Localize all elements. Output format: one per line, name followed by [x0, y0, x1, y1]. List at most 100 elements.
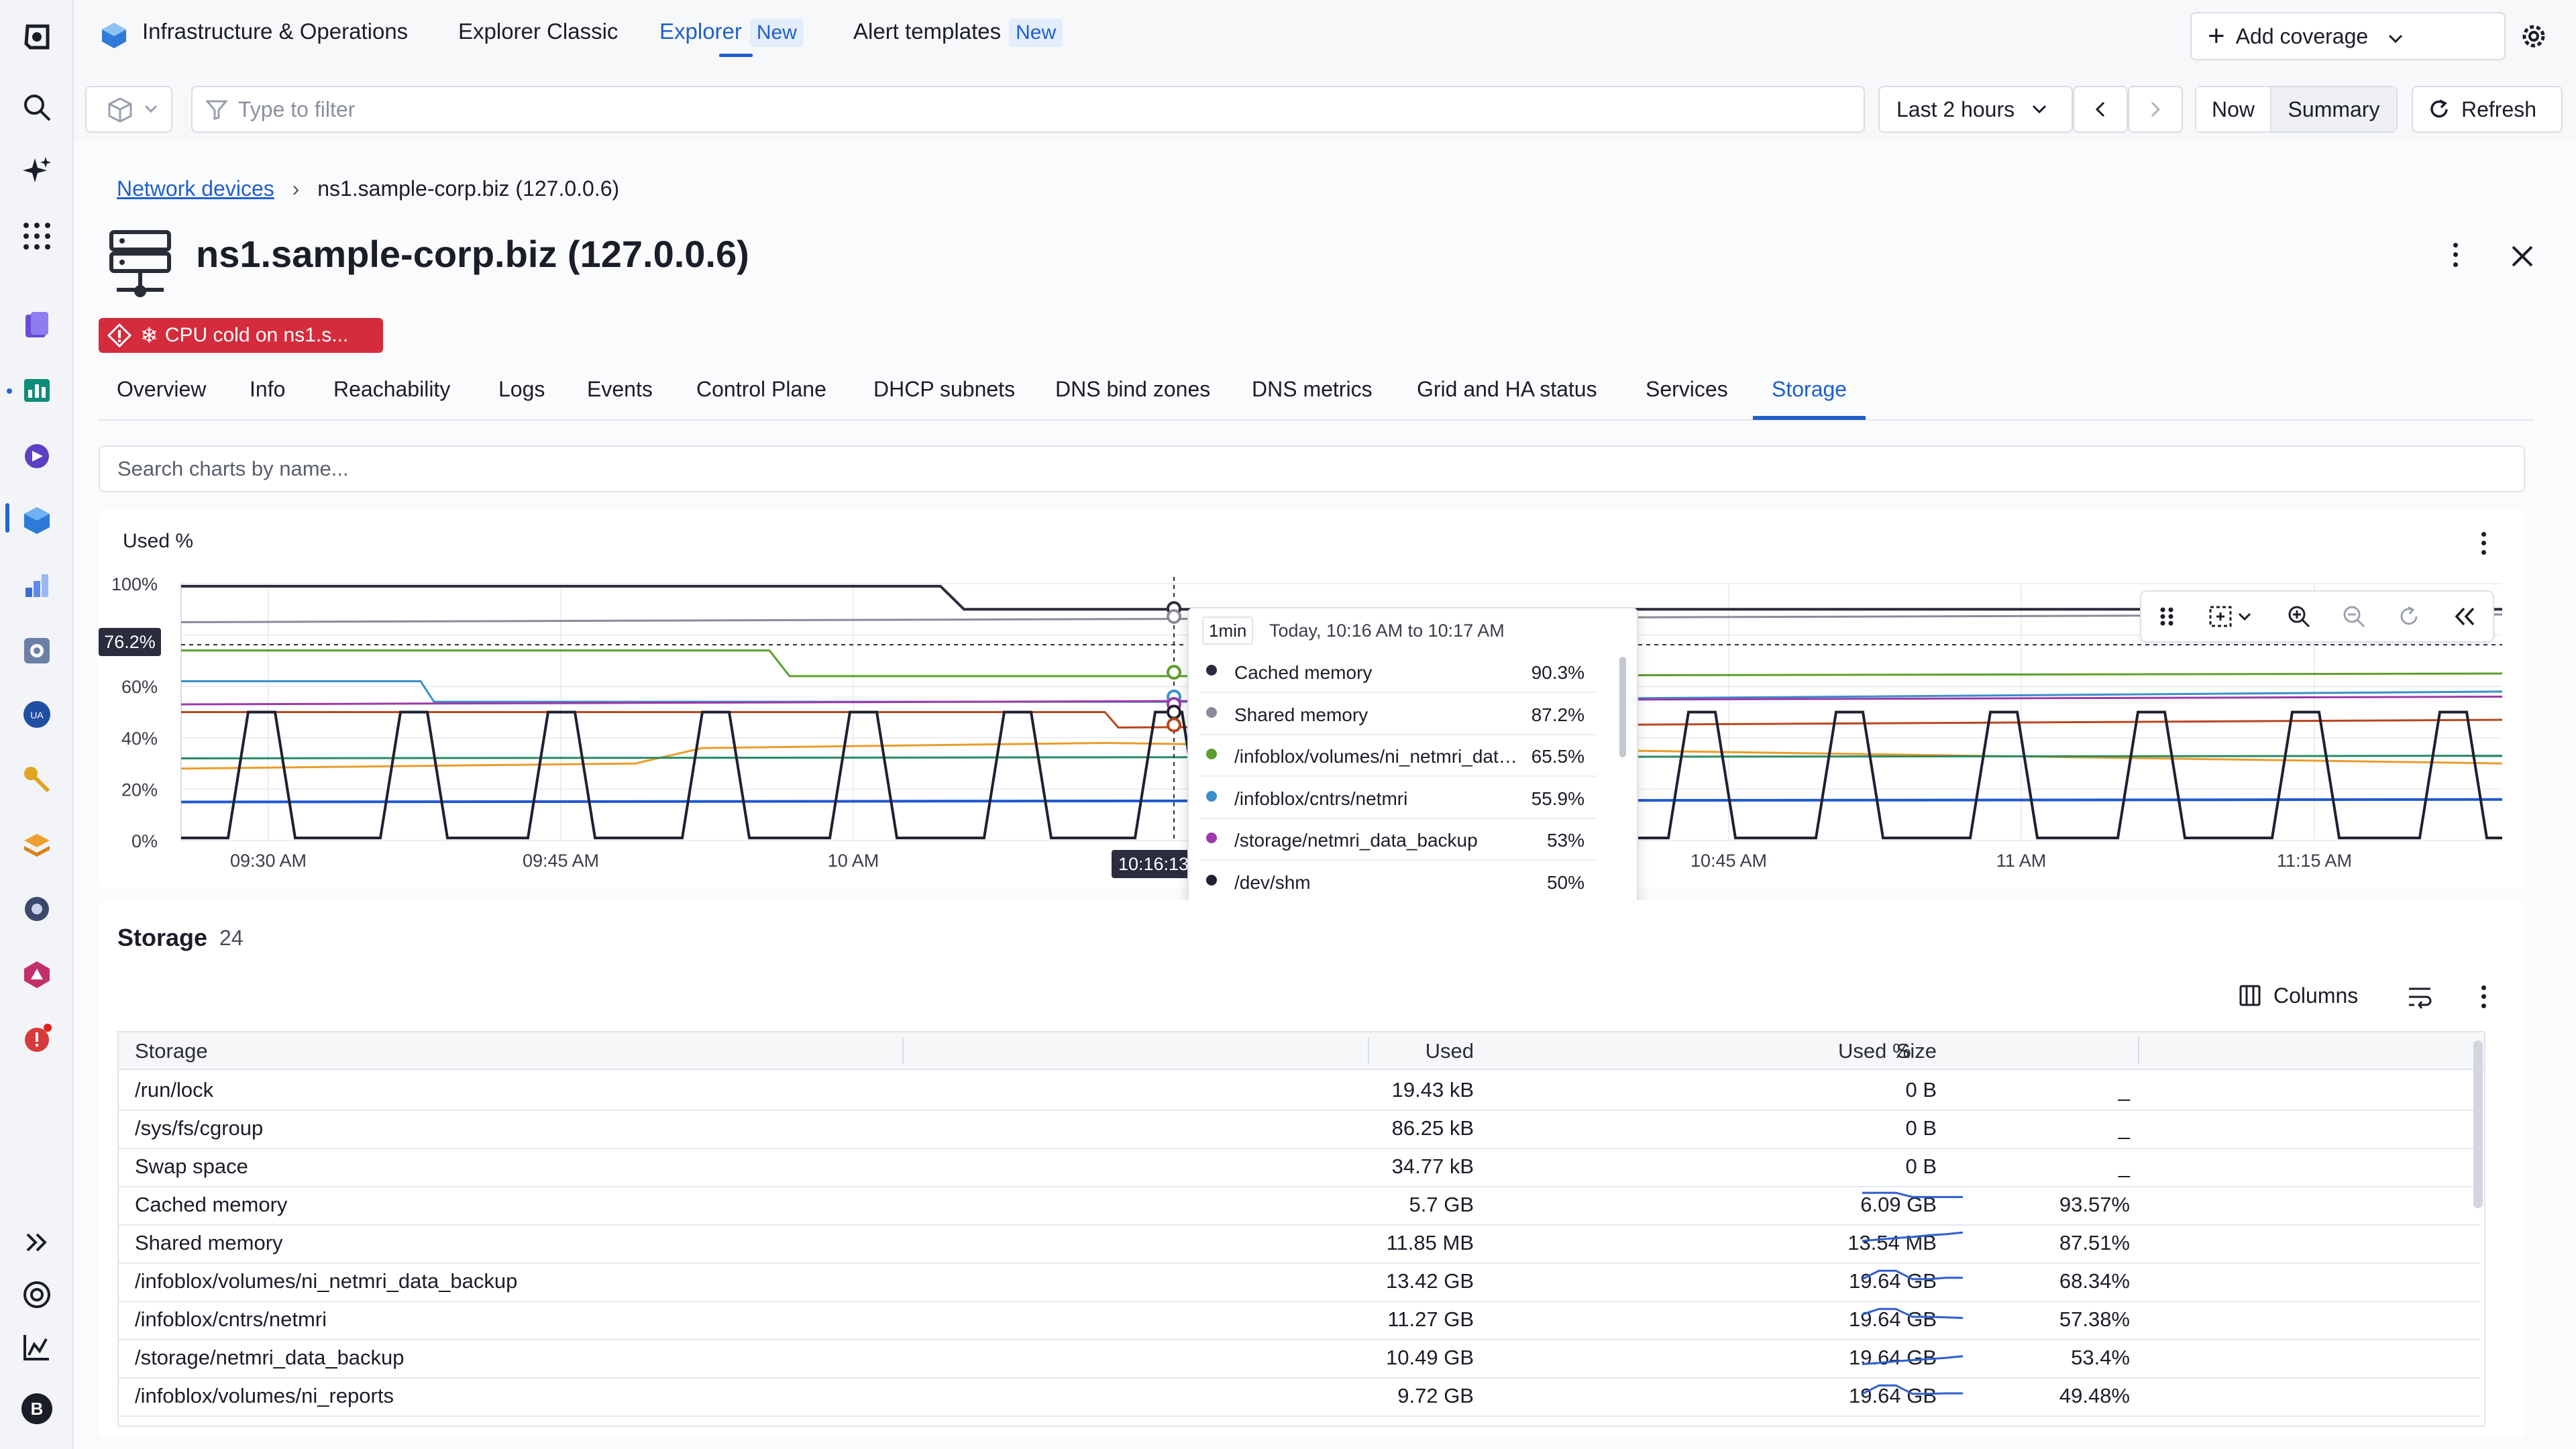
cell-used: 10.49 GB [1386, 1346, 1474, 1369]
tab-dns-metrics[interactable]: DNS metrics [1252, 377, 1373, 402]
drag-handle-icon[interactable] [2157, 605, 2177, 628]
sparkle-icon[interactable] [17, 151, 57, 191]
crosshair-x-label: 10:16:13 [1112, 850, 1195, 878]
tooltip-series-name: /infoblox/volumes/ni_netmri_data_backup [1234, 746, 1523, 767]
active-indicator-dot [7, 388, 12, 394]
cell-storage: /storage/netmri_data_backup [135, 1346, 405, 1369]
snowflake-icon: ❄ [140, 323, 158, 347]
tab-storage[interactable]: Storage [1772, 377, 1847, 402]
tab-info[interactable]: Info [250, 377, 285, 402]
columns-button[interactable]: Columns [2239, 981, 2358, 1010]
timeframe-forward-button[interactable] [2128, 86, 2183, 133]
tab-explorer[interactable]: Explorer New [659, 19, 804, 47]
series-color-dot [1206, 833, 1217, 843]
app-icon-infrastructure[interactable] [17, 500, 57, 540]
tab-overview[interactable]: Overview [117, 377, 206, 402]
breadcrumb-network-devices-link[interactable]: Network devices [117, 176, 274, 201]
table-scrollbar[interactable] [2473, 1040, 2483, 1208]
tab-reachability[interactable]: Reachability [333, 377, 450, 402]
refresh-button[interactable]: Refresh [2412, 86, 2563, 133]
cell-used-percent: 49.48% [2059, 1384, 2130, 1407]
problem-alert-chip[interactable]: ❄ CPU cold on ns1.s... [99, 318, 383, 353]
reset-zoom-icon[interactable] [2398, 604, 2422, 629]
usage-chart-icon[interactable] [17, 1327, 57, 1367]
tab-dhcp-subnets[interactable]: DHCP subnets [873, 377, 1015, 402]
app-logo-icon[interactable] [17, 17, 57, 57]
storage-count: 24 [219, 926, 244, 950]
zoom-out-icon[interactable] [2342, 604, 2366, 629]
app-icon-workflows[interactable] [17, 436, 57, 476]
tab-logs[interactable]: Logs [498, 377, 545, 402]
app-icon-gear-app[interactable] [17, 889, 57, 929]
expand-rail-icon[interactable] [17, 1222, 57, 1263]
table-row[interactable]: /infoblox/volumes/ni_reports 9.72 GB 19.64… [119, 1377, 2480, 1417]
app-icon-key[interactable] [17, 759, 57, 800]
refresh-icon [2430, 99, 2448, 118]
add-coverage-button[interactable]: + Add coverage [2190, 12, 2506, 60]
tab-grid-and-ha-status[interactable]: Grid and HA status [1417, 377, 1597, 402]
help-lifebuoy-icon[interactable] [17, 1275, 57, 1315]
search-charts-input[interactable]: Search charts by name... [99, 445, 2525, 492]
app-icon-problems[interactable] [17, 1018, 57, 1059]
chevron-down-icon [2033, 105, 2047, 114]
zoom-in-icon[interactable] [2287, 604, 2311, 629]
entity-type-selector[interactable] [85, 86, 172, 133]
tab-alert-templates-label: Alert templates [853, 19, 1002, 44]
close-icon[interactable] [2509, 243, 2536, 270]
more-actions-icon[interactable] [2442, 240, 2469, 270]
table-menu-icon[interactable] [2477, 983, 2490, 1010]
tab-control-plane[interactable]: Control Plane [696, 377, 826, 402]
app-icon-dashboards[interactable] [17, 370, 57, 411]
tooltip-row: Shared memory 87.2% [1201, 692, 1597, 735]
apps-grid-icon[interactable] [17, 216, 57, 256]
columns-label: Columns [2273, 983, 2359, 1008]
tab-explorer-classic[interactable]: Explorer Classic [458, 19, 618, 44]
timeframe-selector[interactable]: Last 2 hours [1878, 86, 2073, 133]
now-toggle[interactable]: Now [2196, 87, 2271, 131]
tooltip-series-name: /infoblox/cntrs/netmri [1234, 788, 1408, 809]
table-row[interactable]: /sys/fs/cgroup 86.25 kB 0 B _ [119, 1110, 2480, 1149]
app-icon-settings-app[interactable] [17, 631, 57, 671]
user-avatar[interactable]: B [21, 1393, 52, 1424]
table-row[interactable]: Cached memory 5.7 GB 6.09 GB 93.57% [119, 1186, 2480, 1226]
tab-dns-bind-zones[interactable]: DNS bind zones [1055, 377, 1210, 402]
used-percent-sparkline [1862, 1269, 1963, 1281]
app-icon-security[interactable] [17, 955, 57, 995]
summary-toggle[interactable]: Summary [2271, 87, 2396, 131]
alert-chip-label: CPU cold on ns1.s... [164, 324, 349, 346]
tab-services[interactable]: Services [1646, 377, 1728, 402]
breadcrumb-separator-icon: › [292, 176, 300, 201]
breadcrumb: Network devices › ns1.sample-corp.biz (1… [117, 176, 619, 201]
table-row[interactable]: /storage/netmri_data_backup 10.49 GB 19.64… [119, 1339, 2480, 1379]
line-wrap-icon[interactable] [2406, 983, 2433, 1010]
app-icon-kubernetes[interactable] [17, 566, 57, 606]
chart-menu-icon[interactable] [2477, 530, 2490, 557]
tooltip-scrollbar[interactable] [1619, 657, 1626, 757]
collapse-toolbar-icon[interactable] [2453, 606, 2477, 627]
filter-input[interactable]: Type to filter [191, 86, 1865, 133]
app-icon-notebooks[interactable] [17, 306, 57, 346]
table-row[interactable]: Swap space 34.77 kB 0 B _ [119, 1148, 2480, 1187]
column-header-used-percent[interactable]: Used % [1838, 1032, 1911, 1070]
app-icon-hub[interactable]: UA [17, 694, 57, 735]
app-icon-layers[interactable] [17, 825, 57, 865]
table-row[interactable]: /infoblox/volumes/ni_netmri_data_backup 1… [119, 1263, 2480, 1302]
cell-used: 19.43 kB [1391, 1078, 1474, 1102]
table-row[interactable]: /run/lock 19.43 kB 0 B _ [119, 1071, 2480, 1111]
settings-gear-icon[interactable] [2519, 21, 2548, 51]
app-rail: UA B [0, 0, 74, 1449]
tab-events[interactable]: Events [587, 377, 653, 402]
table-row[interactable]: /infoblox/cntrs/netmri 11.27 GB 19.64 GB 57… [119, 1301, 2480, 1340]
column-header-used[interactable]: Used [1306, 1032, 1474, 1070]
timeframe-label: Last 2 hours [1896, 97, 2015, 121]
cell-used-percent: 53.4% [2071, 1346, 2130, 1369]
timeframe-back-button[interactable] [2073, 86, 2128, 133]
chevron-left-icon [2095, 101, 2105, 117]
crosshair-point [1167, 609, 1181, 625]
select-area-icon[interactable] [2208, 605, 2255, 628]
storage-section-title: Storage [117, 924, 208, 951]
search-icon[interactable] [17, 87, 57, 127]
column-header-storage[interactable]: Storage [135, 1032, 208, 1070]
table-row[interactable]: Shared memory 11.85 MB 13.54 MB 87.51% [119, 1224, 2480, 1264]
tab-alert-templates[interactable]: Alert templates New [853, 19, 1063, 47]
